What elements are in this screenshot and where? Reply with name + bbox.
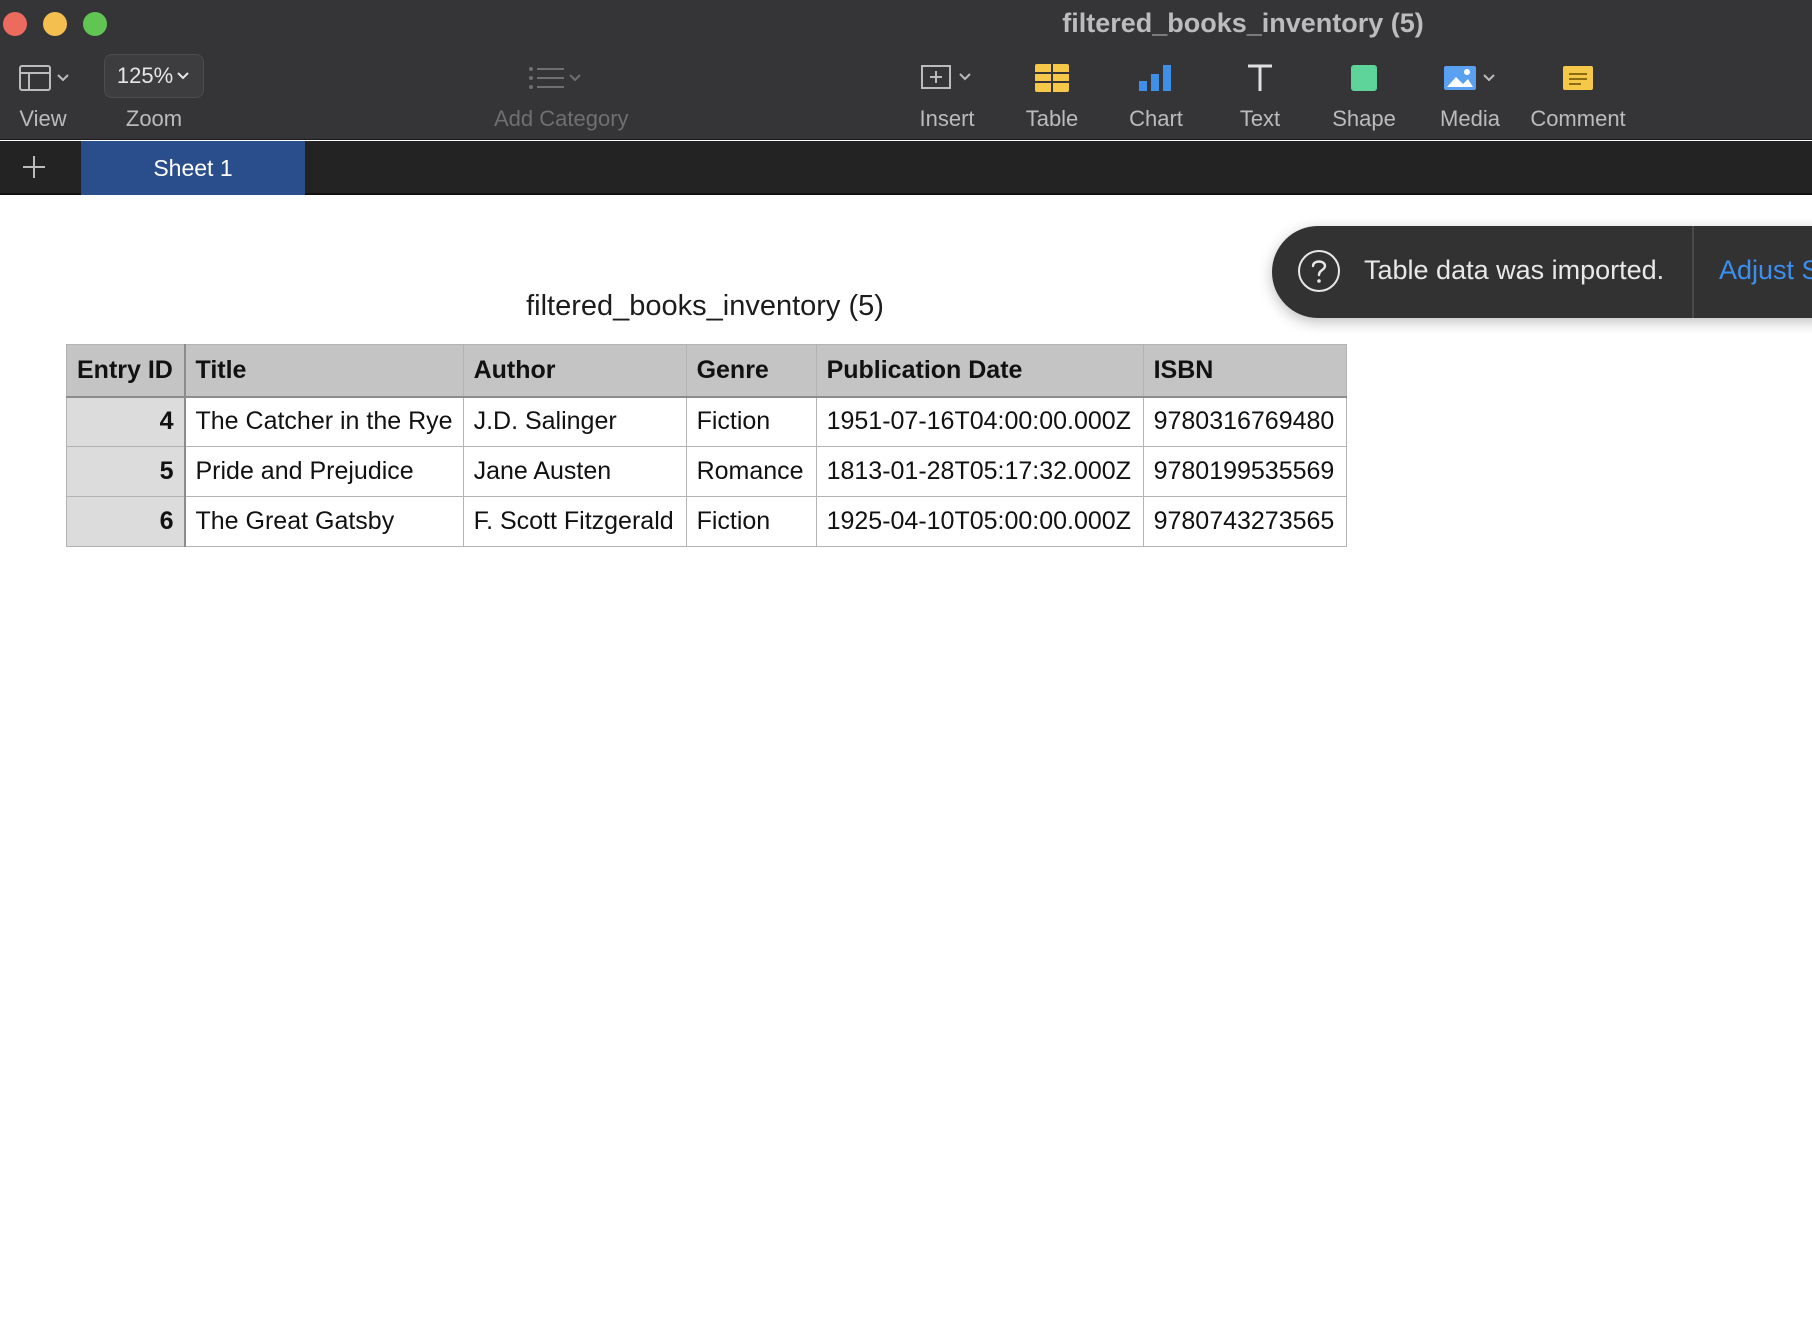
comment-label: Comment xyxy=(1530,106,1626,131)
text-icon xyxy=(1248,64,1272,91)
zoom-label: Zoom xyxy=(125,106,183,131)
table-cell[interactable]: Jane Austen xyxy=(462,446,687,497)
column-header[interactable]: Title xyxy=(184,344,464,398)
table-cell[interactable]: Fiction xyxy=(685,396,817,447)
table-cell[interactable]: Fiction xyxy=(685,496,817,547)
window-title: filtered_books_inventory (5) xyxy=(1062,8,1424,38)
plus-icon xyxy=(23,156,45,178)
chevron-down-icon xyxy=(1483,74,1495,82)
add-sheet-button[interactable] xyxy=(18,151,50,183)
table-label: Table xyxy=(1025,106,1079,131)
table-cell[interactable]: 9780743273565 xyxy=(1142,496,1347,547)
import-notification: Table data was imported. Adjust S xyxy=(1272,226,1812,318)
photo-icon xyxy=(1444,66,1495,90)
table-cell[interactable]: The Great Gatsby xyxy=(184,496,464,547)
data-table[interactable]: Entry ID Title Author Genre Publication … xyxy=(66,344,1347,547)
help-icon[interactable] xyxy=(1296,248,1342,294)
list-icon xyxy=(529,67,581,89)
table-cell[interactable]: Pride and Prejudice xyxy=(184,446,464,497)
table-cell[interactable]: 6 xyxy=(66,496,186,547)
add-category-button[interactable]: Add Category xyxy=(494,52,629,138)
text-button[interactable]: Text xyxy=(1238,52,1282,138)
shape-icon xyxy=(1351,65,1377,91)
chart-label: Chart xyxy=(1129,106,1183,131)
view-button[interactable]: View xyxy=(14,52,72,138)
sheet-tab-bar: Sheet 1 xyxy=(0,141,1812,195)
shape-button[interactable]: Shape xyxy=(1332,52,1396,138)
zoom-tool: Zoom xyxy=(104,52,204,138)
table-icon xyxy=(1035,64,1069,92)
insert-button[interactable]: Insert xyxy=(916,52,978,138)
text-label: Text xyxy=(1239,106,1281,131)
sidebar-layout-icon xyxy=(19,65,69,91)
shape-label: Shape xyxy=(1332,106,1396,131)
media-button[interactable]: Media xyxy=(1440,52,1500,138)
table-cell[interactable]: 5 xyxy=(66,446,186,497)
column-header[interactable]: Author xyxy=(462,344,687,398)
column-header[interactable]: ISBN xyxy=(1142,344,1347,398)
table-cell[interactable]: Romance xyxy=(685,446,817,497)
table-cell[interactable]: The Catcher in the Rye xyxy=(184,396,464,447)
table-row: 5 Pride and Prejudice Jane Austen Romanc… xyxy=(66,446,1347,497)
table-cell[interactable]: 1951-07-16T04:00:00.000Z xyxy=(815,396,1144,447)
table-row: 6 The Great Gatsby F. Scott Fitzgerald F… xyxy=(66,496,1347,547)
table-cell[interactable]: 4 xyxy=(66,396,186,447)
insert-icon xyxy=(921,65,971,89)
column-header[interactable]: Entry ID xyxy=(66,344,186,398)
table-cell[interactable]: 1813-01-28T05:17:32.000Z xyxy=(815,446,1144,497)
adjust-settings-link[interactable]: Adjust S xyxy=(1719,255,1812,286)
column-header[interactable]: Publication Date xyxy=(815,344,1144,398)
comment-icon xyxy=(1563,66,1593,90)
comment-button[interactable]: Comment xyxy=(1530,52,1626,138)
chevron-down-icon xyxy=(959,73,971,81)
notification-message: Table data was imported. xyxy=(1364,255,1665,285)
table-cell[interactable]: 9780199535569 xyxy=(1142,446,1347,497)
add-category-label: Add Category xyxy=(494,106,629,131)
table-cell[interactable]: J.D. Salinger xyxy=(462,396,687,447)
insert-label: Insert xyxy=(919,106,975,131)
header-row: Entry ID Title Author Genre Publication … xyxy=(66,344,1347,398)
table-cell[interactable]: F. Scott Fitzgerald xyxy=(462,496,687,547)
table-cell[interactable]: 1925-04-10T05:00:00.000Z xyxy=(815,496,1144,547)
table-title[interactable]: filtered_books_inventory (5) xyxy=(430,290,980,323)
chevron-down-icon xyxy=(57,74,69,82)
table-row: 4 The Catcher in the Rye J.D. Salinger F… xyxy=(66,396,1347,447)
column-header[interactable]: Genre xyxy=(685,344,817,398)
media-label: Media xyxy=(1440,106,1500,131)
minimize-window-button[interactable] xyxy=(43,12,67,36)
chevron-down-icon xyxy=(569,74,581,82)
table-cell[interactable]: 9780316769480 xyxy=(1142,396,1347,447)
chart-button[interactable]: Chart xyxy=(1129,52,1183,138)
notification-divider xyxy=(1692,226,1694,318)
close-window-button[interactable] xyxy=(3,12,27,36)
table-button[interactable]: Table xyxy=(1026,52,1078,138)
bar-chart-icon xyxy=(1139,65,1171,91)
zoom-window-button[interactable] xyxy=(83,12,107,36)
toolbar: filtered_books_inventory (5) View 125% Z… xyxy=(0,0,1812,140)
tab-sheet-1[interactable]: Sheet 1 xyxy=(81,141,305,195)
